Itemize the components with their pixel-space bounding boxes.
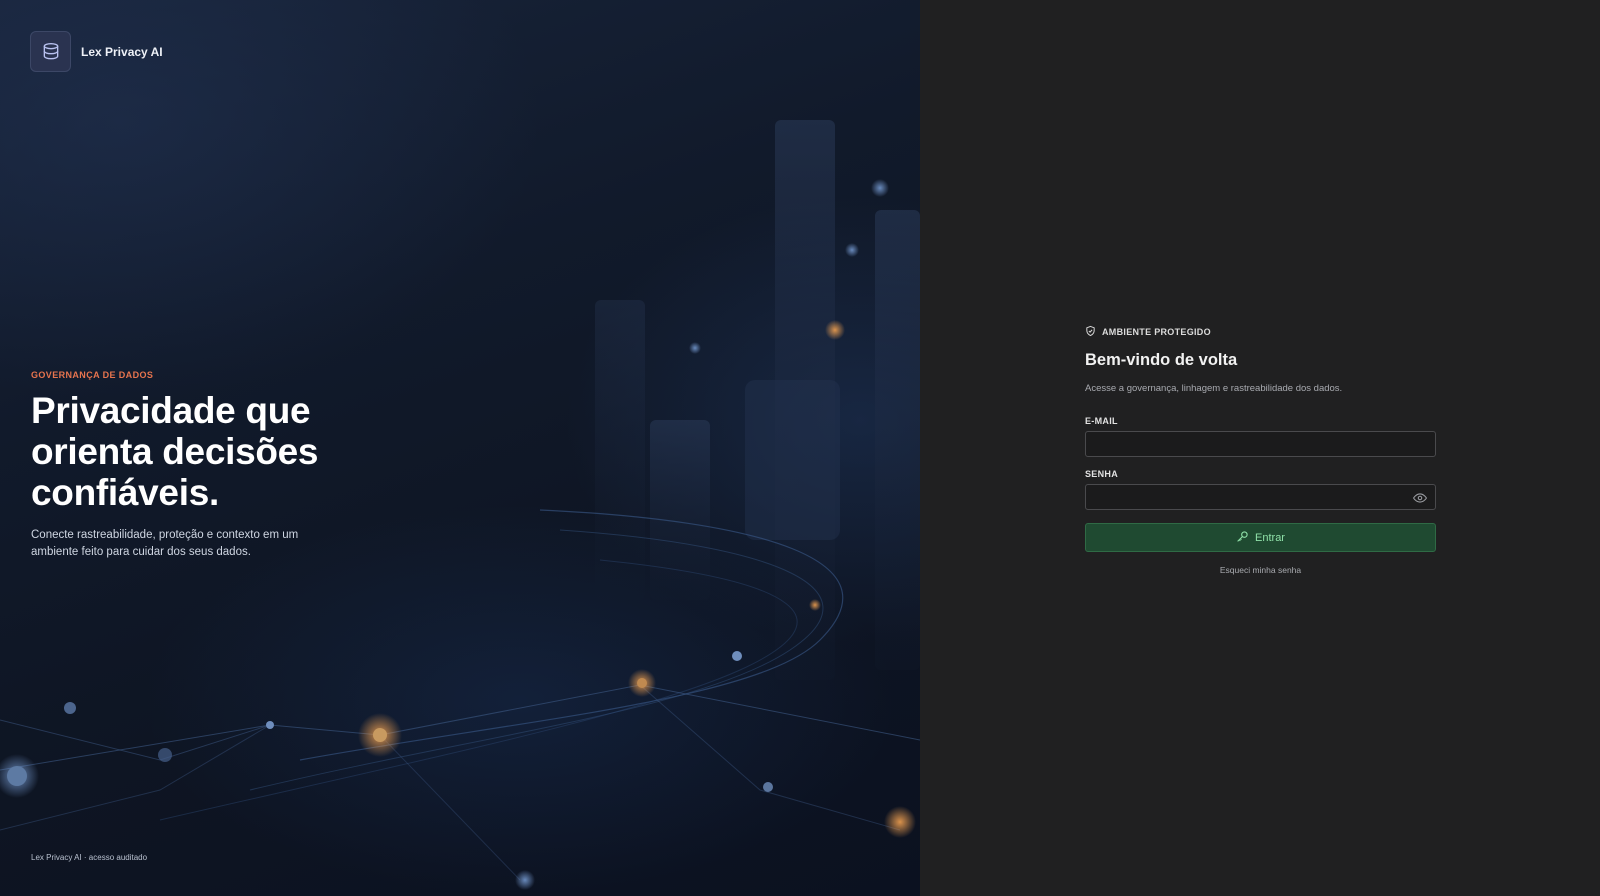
email-label: E-MAIL xyxy=(1085,416,1118,426)
password-field[interactable] xyxy=(1085,484,1436,510)
login-page: Lex Privacy AI GOVERNANÇA DE DADOS Priva… xyxy=(0,0,1600,896)
login-description: Acesse a governança, linhagem e rastreab… xyxy=(1085,383,1343,394)
headline-line-3: confiáveis. xyxy=(31,472,219,513)
password-field-wrapper xyxy=(1085,484,1436,510)
key-icon xyxy=(1236,530,1249,546)
brand: Lex Privacy AI xyxy=(30,31,163,72)
login-form: AMBIENTE PROTEGIDO Bem-vindo de volta Ac… xyxy=(1085,325,1436,575)
login-panel: AMBIENTE PROTEGIDO Bem-vindo de volta Ac… xyxy=(920,0,1600,896)
hero-panel: Lex Privacy AI GOVERNANÇA DE DADOS Priva… xyxy=(0,0,920,896)
headline-line-2: orienta decisões xyxy=(31,431,319,472)
submit-button-label: Entrar xyxy=(1255,531,1285,544)
password-label: SENHA xyxy=(1085,469,1119,479)
email-field[interactable] xyxy=(1085,431,1436,457)
brand-name: Lex Privacy AI xyxy=(81,44,163,59)
login-title: Bem-vindo de volta xyxy=(1085,351,1238,369)
footer-note: Lex Privacy AI · acesso auditado xyxy=(31,853,148,862)
submit-button[interactable]: Entrar xyxy=(1085,523,1436,552)
hero-subcopy: Conecte rastreabilidade, proteção e cont… xyxy=(31,529,299,558)
headline-line-1: Privacidade que xyxy=(31,390,311,431)
hero-eyebrow: GOVERNANÇA DE DADOS xyxy=(31,370,154,380)
protected-badge-label: AMBIENTE PROTEGIDO xyxy=(1102,327,1211,337)
email-field-wrapper xyxy=(1085,431,1436,457)
shield-icon xyxy=(1085,325,1096,339)
eye-icon[interactable] xyxy=(1412,491,1428,503)
hero-headline: Privacidade que orienta decisões confiáv… xyxy=(31,390,391,513)
forgot-password-link[interactable]: Esqueci minha senha xyxy=(1085,565,1436,575)
database-icon xyxy=(30,31,71,72)
protected-badge: AMBIENTE PROTEGIDO xyxy=(1085,325,1436,339)
hero-copy: GOVERNANÇA DE DADOS Privacidade que orie… xyxy=(31,370,391,561)
